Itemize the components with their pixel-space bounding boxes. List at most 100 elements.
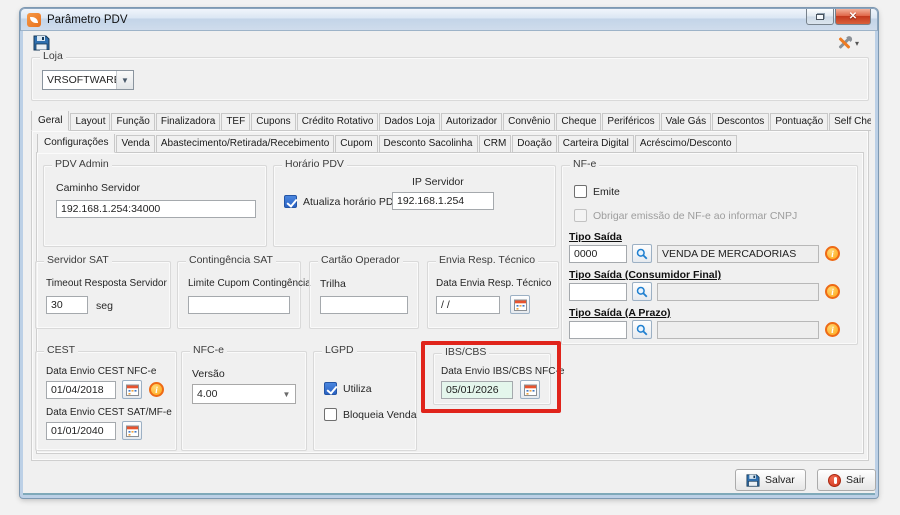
magnifier-icon [636, 286, 648, 298]
cest-sat-calendar-button[interactable] [122, 421, 142, 440]
data-envio-cest-sat-input[interactable] [46, 422, 116, 440]
tab-self-checkout[interactable]: Self Checkout [829, 113, 871, 131]
sub-tab-bar: Configurações Venda Abastecimento/Retira… [37, 134, 857, 153]
data-envio-ibs-cbs-label: Data Envio IBS/CBS NFC-e [441, 366, 564, 377]
parametro-pdv-window: Parâmetro PDV ✕ ▾ Loja VRSOFTWARE 1 ▼ Ge… [20, 8, 878, 498]
window-title: Parâmetro PDV [47, 14, 128, 26]
loja-group: Loja VRSOFTWARE 1 ▼ [31, 57, 869, 101]
tab-convenio[interactable]: Convênio [503, 113, 555, 131]
tipo-saida-desc-field [657, 245, 819, 263]
data-envio-cest-nfce-label: Data Envio CEST NFC-e [46, 366, 156, 377]
salvar-button[interactable]: Salvar [735, 469, 806, 491]
emite-checkbox[interactable]: Emite [574, 185, 620, 198]
tipo-saida-prazo-search-button[interactable] [632, 320, 652, 339]
calendar-icon [524, 384, 537, 396]
horario-pdv-title: Horário PDV [282, 158, 347, 170]
ip-servidor-label: IP Servidor [412, 176, 464, 188]
caminho-servidor-input[interactable] [56, 200, 256, 218]
caret-down-icon: ▾ [855, 39, 859, 48]
bloqueia-venda-checkbox[interactable]: Bloqueia Venda [324, 408, 417, 421]
checkbox-checked-icon [284, 195, 297, 208]
tab-pontuacao[interactable]: Pontuação [770, 113, 828, 131]
limite-cupom-label: Limite Cupom Contingência [188, 278, 311, 289]
close-window-button[interactable]: ✕ [835, 9, 871, 25]
nfe-title: NF-e [570, 158, 599, 170]
cartao-operador-group: Cartão Operador Trilha [309, 261, 419, 329]
tab-credito-rotativo[interactable]: Crédito Rotativo [297, 113, 379, 131]
tab-acrescimo-desconto[interactable]: Acréscimo/Desconto [635, 135, 737, 153]
main-tab-bar: Geral Layout Função Finalizadora TEF Cup… [31, 111, 871, 131]
data-envia-resp-label: Data Envia Resp. Técnico [436, 278, 551, 289]
tab-tef[interactable]: TEF [221, 113, 250, 131]
title-bar[interactable]: Parâmetro PDV ✕ [20, 8, 878, 31]
restore-icon [816, 14, 824, 20]
nfce-group: NFC-e Versão 4.00 ▼ [181, 351, 307, 451]
loja-combobox[interactable]: VRSOFTWARE 1 ▼ [42, 70, 134, 90]
checkbox-checked-icon [324, 382, 337, 395]
ip-servidor-input[interactable] [392, 192, 494, 210]
loja-value: VRSOFTWARE 1 [43, 71, 116, 89]
tab-cupom[interactable]: Cupom [335, 135, 377, 153]
sair-button[interactable]: Sair [817, 469, 876, 491]
restore-window-button[interactable] [806, 9, 834, 25]
tipo-saida-prazo-info-icon[interactable] [825, 322, 840, 337]
calendar-icon [126, 425, 139, 437]
tab-abastecimento[interactable]: Abastecimento/Retirada/Recebimento [156, 135, 334, 153]
checkbox-disabled-icon [574, 209, 587, 222]
tab-cupons[interactable]: Cupons [251, 113, 295, 131]
pdv-admin-group: PDV Admin Caminho Servidor [43, 165, 267, 247]
ibs-cbs-calendar-button[interactable] [520, 380, 540, 399]
tab-doacao[interactable]: Doação [512, 135, 556, 153]
utiliza-checkbox[interactable]: Utiliza [324, 382, 372, 395]
nfce-title: NFC-e [190, 344, 227, 356]
tipo-saida-cf-label[interactable]: Tipo Saída (Consumidor Final) [569, 269, 721, 281]
limite-cupom-input[interactable] [188, 296, 290, 314]
magnifier-icon [636, 248, 648, 260]
tab-funcao[interactable]: Função [111, 113, 154, 131]
cest-info-icon[interactable] [149, 382, 164, 397]
tab-finalizadora[interactable]: Finalizadora [156, 113, 220, 131]
timeout-input[interactable] [46, 296, 88, 314]
tipo-saida-info-icon[interactable] [825, 246, 840, 261]
tipo-saida-prazo-code-input[interactable] [569, 321, 627, 339]
tipo-saida-cf-search-button[interactable] [632, 282, 652, 301]
data-envia-resp-input[interactable] [436, 296, 500, 314]
chevron-down-icon: ▼ [116, 71, 133, 89]
tab-vale-gas[interactable]: Vale Gás [661, 113, 711, 131]
cest-nfce-calendar-button[interactable] [122, 380, 142, 399]
tab-geral[interactable]: Geral [31, 111, 69, 131]
toolbar-tools-menu[interactable]: ▾ [836, 35, 859, 51]
tab-perifericos[interactable]: Periféricos [602, 113, 659, 131]
toolbar-save-button[interactable] [33, 35, 50, 51]
tab-layout[interactable]: Layout [70, 113, 110, 131]
tipo-saida-cf-code-input[interactable] [569, 283, 627, 301]
tab-descontos[interactable]: Descontos [712, 113, 769, 131]
magnifier-icon [636, 324, 648, 336]
tab-carteira-digital[interactable]: Carteira Digital [558, 135, 634, 153]
tab-desconto-sacolinha[interactable]: Desconto Sacolinha [379, 135, 478, 153]
data-envio-cest-nfce-input[interactable] [46, 381, 116, 399]
checkbox-unchecked-icon [574, 185, 587, 198]
versao-combobox[interactable]: 4.00 ▼ [192, 384, 296, 404]
tipo-saida-search-button[interactable] [632, 244, 652, 263]
data-envio-ibs-cbs-input[interactable] [441, 381, 513, 399]
tab-venda[interactable]: Venda [116, 135, 154, 153]
tab-crm[interactable]: CRM [479, 135, 512, 153]
tab-dados-loja[interactable]: Dados Loja [379, 113, 440, 131]
servidor-sat-title: Servidor SAT [44, 254, 112, 266]
atualiza-horario-checkbox[interactable]: Atualiza horário PDV [284, 195, 400, 208]
tab-cheque[interactable]: Cheque [556, 113, 601, 131]
tipo-saida-label[interactable]: Tipo Saída [569, 231, 622, 243]
floppy-icon [33, 35, 50, 51]
trilha-input[interactable] [320, 296, 408, 314]
timeout-unit-label: seg [96, 300, 113, 312]
data-envia-resp-calendar-button[interactable] [510, 295, 530, 314]
tipo-saida-prazo-label[interactable]: Tipo Saída (A Prazo) [569, 307, 671, 319]
tab-autorizador[interactable]: Autorizador [441, 113, 502, 131]
tipo-saida-cf-info-icon[interactable] [825, 284, 840, 299]
close-icon: ✕ [849, 12, 857, 22]
tipo-saida-code-input[interactable] [569, 245, 627, 263]
lgpd-group: LGPD Utiliza Bloqueia Venda [313, 351, 417, 451]
tab-configuracoes[interactable]: Configurações [37, 134, 115, 153]
exit-icon [828, 474, 841, 487]
